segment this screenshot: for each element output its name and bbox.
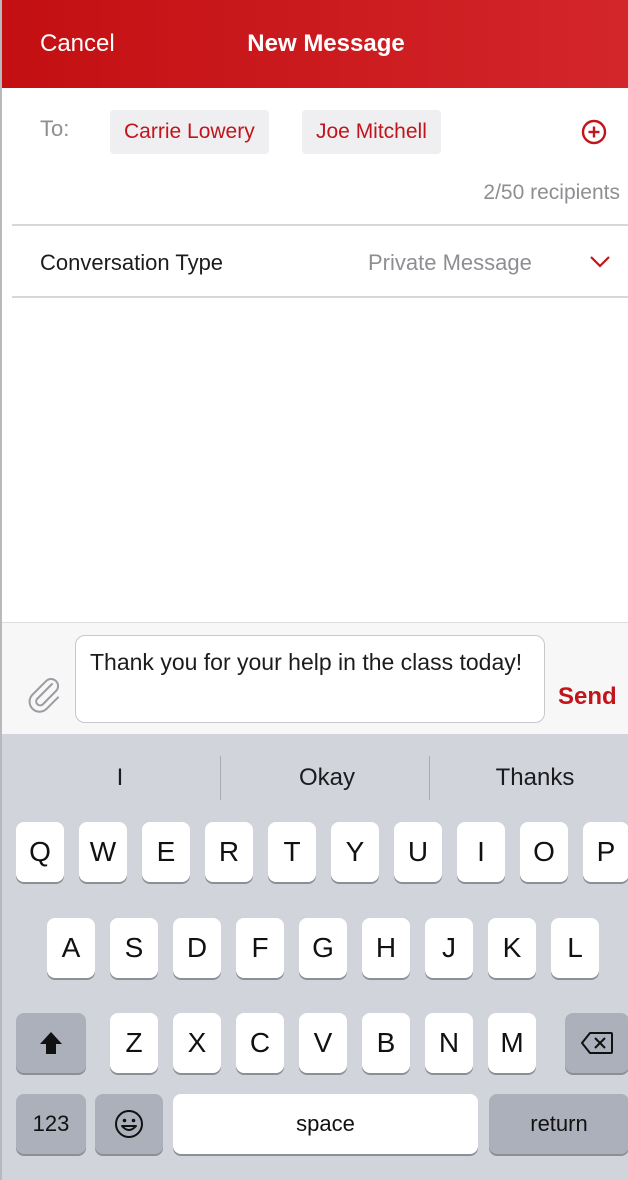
space-key[interactable]: space <box>173 1094 478 1154</box>
suggestion-divider <box>429 756 430 800</box>
key-x[interactable]: X <box>173 1013 221 1073</box>
message-thread-area <box>2 298 628 622</box>
numbers-key[interactable]: 123 <box>16 1094 86 1154</box>
suggestion-divider <box>220 756 221 800</box>
key-q[interactable]: Q <box>16 822 64 882</box>
chevron-down-icon[interactable] <box>588 252 612 272</box>
key-v[interactable]: V <box>299 1013 347 1073</box>
key-e[interactable]: E <box>142 822 190 882</box>
key-l[interactable]: L <box>551 918 599 978</box>
plus-circle-icon[interactable] <box>580 118 608 146</box>
key-w[interactable]: W <box>79 822 127 882</box>
key-g[interactable]: G <box>299 918 347 978</box>
backspace-key[interactable] <box>565 1013 628 1073</box>
conversation-type-label: Conversation Type <box>40 250 224 275</box>
suggestion-item[interactable]: Okay <box>247 764 407 792</box>
key-a[interactable]: A <box>47 918 95 978</box>
nav-header: Cancel New Message <box>2 0 628 88</box>
page-title: New Message <box>247 30 405 57</box>
key-y[interactable]: Y <box>331 822 379 882</box>
key-r[interactable]: R <box>205 822 253 882</box>
app-frame: Cancel New Message To: Carrie Lowery Joe… <box>0 0 628 1180</box>
send-button[interactable]: Send <box>558 683 617 711</box>
emoji-icon <box>115 1110 143 1138</box>
suggestion-item[interactable]: Thanks <box>455 764 615 792</box>
key-p[interactable]: P <box>583 822 628 882</box>
message-input[interactable]: Thank you for your help in the class tod… <box>75 635 545 723</box>
emoji-key[interactable] <box>95 1094 163 1154</box>
key-d[interactable]: D <box>173 918 221 978</box>
conversation-type-select[interactable]: Private Message <box>368 250 532 276</box>
key-z[interactable]: Z <box>110 1013 158 1073</box>
key-s[interactable]: S <box>110 918 158 978</box>
key-u[interactable]: U <box>394 822 442 882</box>
paperclip-icon[interactable] <box>24 675 64 715</box>
backspace-icon <box>581 1032 613 1054</box>
key-b[interactable]: B <box>362 1013 410 1073</box>
to-label: To: <box>40 116 70 141</box>
shift-key[interactable] <box>16 1013 86 1073</box>
key-m[interactable]: M <box>488 1013 536 1073</box>
key-j[interactable]: J <box>425 918 473 978</box>
key-f[interactable]: F <box>236 918 284 978</box>
key-o[interactable]: O <box>520 822 568 882</box>
suggestion-item[interactable]: I <box>40 764 200 792</box>
key-k[interactable]: K <box>488 918 536 978</box>
recipient-count: 2/50 recipients <box>483 181 620 204</box>
divider <box>12 224 628 226</box>
return-key[interactable]: return <box>489 1094 628 1154</box>
recipient-chip[interactable]: Joe Mitchell <box>302 110 441 154</box>
key-n[interactable]: N <box>425 1013 473 1073</box>
key-t[interactable]: T <box>268 822 316 882</box>
recipient-chip[interactable]: Carrie Lowery <box>110 110 269 154</box>
shift-icon <box>40 1032 62 1054</box>
key-h[interactable]: H <box>362 918 410 978</box>
key-i[interactable]: I <box>457 822 505 882</box>
key-c[interactable]: C <box>236 1013 284 1073</box>
